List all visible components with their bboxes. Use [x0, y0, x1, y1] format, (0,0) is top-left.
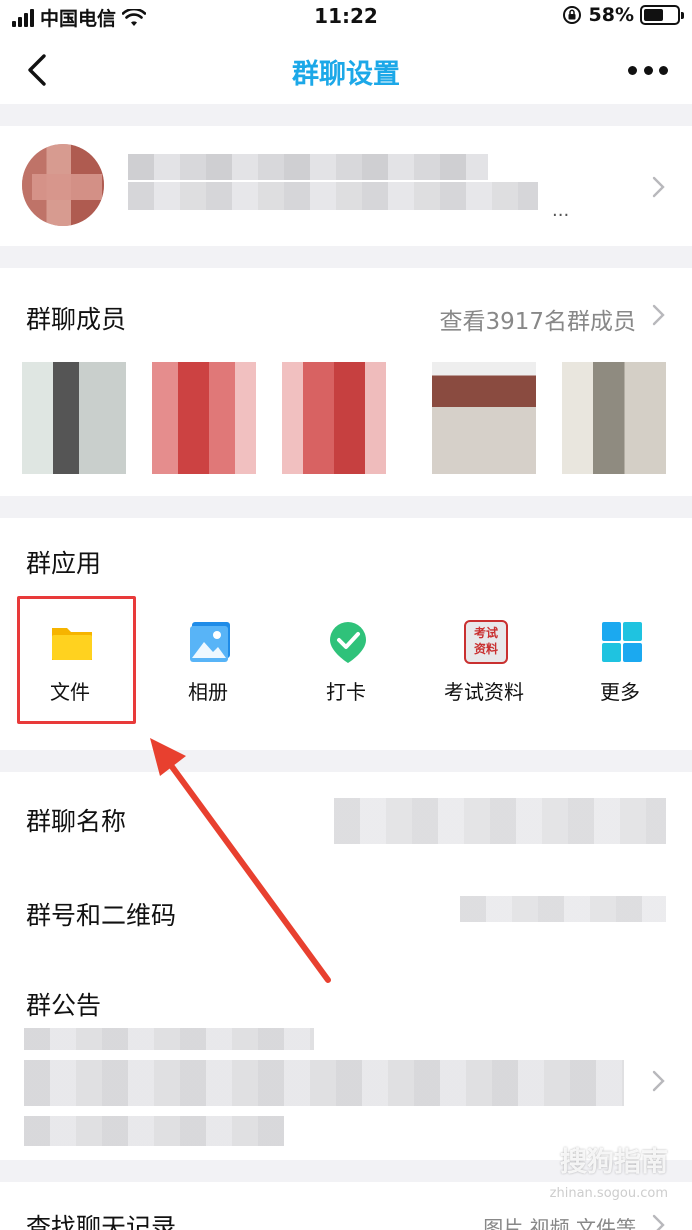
group-desc-blurred	[128, 182, 538, 210]
group-name-blurred	[128, 154, 488, 180]
rotation-lock-icon	[562, 6, 581, 24]
group-avatar	[22, 144, 104, 226]
member-avatar[interactable]	[152, 362, 256, 474]
watermark: 搜狗指南	[560, 1147, 668, 1178]
watermark-url: zhinan.sogou.com	[549, 1186, 668, 1201]
apps-title: 群应用	[26, 549, 102, 578]
battery-icon	[640, 5, 684, 25]
app-label: 更多	[600, 680, 640, 704]
group-name-value-blurred	[334, 798, 666, 844]
photo-icon	[190, 622, 230, 662]
announcement-label[interactable]: 群公告	[26, 986, 101, 1022]
group-number-value-blurred	[460, 896, 666, 922]
icon-text-top: 考试	[473, 626, 498, 640]
more-dots-icon	[628, 65, 637, 75]
status-bar: 中国电信 11:22 58%	[0, 0, 692, 36]
announcement-text-blurred	[24, 1116, 284, 1146]
announcement-text-blurred	[24, 1028, 314, 1050]
app-album[interactable]: 相册	[148, 618, 268, 728]
find-history-label: 查找聊天记录	[26, 1213, 177, 1230]
checkin-icon	[330, 622, 366, 663]
annotation-arrow	[150, 738, 331, 983]
app-label: 相册	[188, 680, 228, 704]
member-avatars	[0, 362, 692, 480]
status-right: 58%	[561, 4, 684, 26]
group-name-label[interactable]: 群聊名称	[26, 802, 126, 838]
grid-icon	[602, 622, 642, 662]
battery-percent: 58%	[588, 4, 634, 26]
view-all-members-link[interactable]: 查看3917名群成员	[439, 302, 636, 336]
app-exam-materials[interactable]: 考试 资料 考试资料	[424, 618, 544, 728]
member-avatar[interactable]	[562, 362, 666, 474]
more-options-button[interactable]	[628, 56, 668, 84]
settings-section: 群聊名称 群号和二维码 群公告	[0, 772, 692, 1160]
icon-text-bottom: 资料	[473, 642, 498, 656]
member-avatar[interactable]	[22, 362, 126, 474]
member-avatar[interactable]	[282, 362, 386, 474]
chevron-right-icon	[652, 176, 665, 198]
members-title: 群聊成员	[26, 305, 127, 334]
app-checkin[interactable]: 打卡	[286, 618, 406, 728]
exam-materials-icon: 考试 资料	[464, 620, 508, 664]
page-title: 群聊设置	[292, 59, 400, 90]
chevron-right-icon	[652, 1070, 665, 1092]
group-info-row[interactable]: ...	[0, 126, 692, 246]
group-desc-ellipsis: ...	[552, 200, 570, 221]
app-more[interactable]: 更多	[560, 618, 680, 728]
app-label: 打卡	[326, 680, 366, 704]
highlight-box	[17, 596, 136, 724]
announcement-text-blurred	[24, 1060, 624, 1106]
nav-bar: 群聊设置	[0, 36, 692, 104]
member-avatar[interactable]	[432, 362, 536, 474]
chevron-right-icon	[652, 1214, 665, 1230]
chevron-right-icon	[652, 304, 665, 326]
find-history-filters: 图片 视频 文件等	[483, 1216, 636, 1230]
app-label: 考试资料	[444, 680, 524, 704]
